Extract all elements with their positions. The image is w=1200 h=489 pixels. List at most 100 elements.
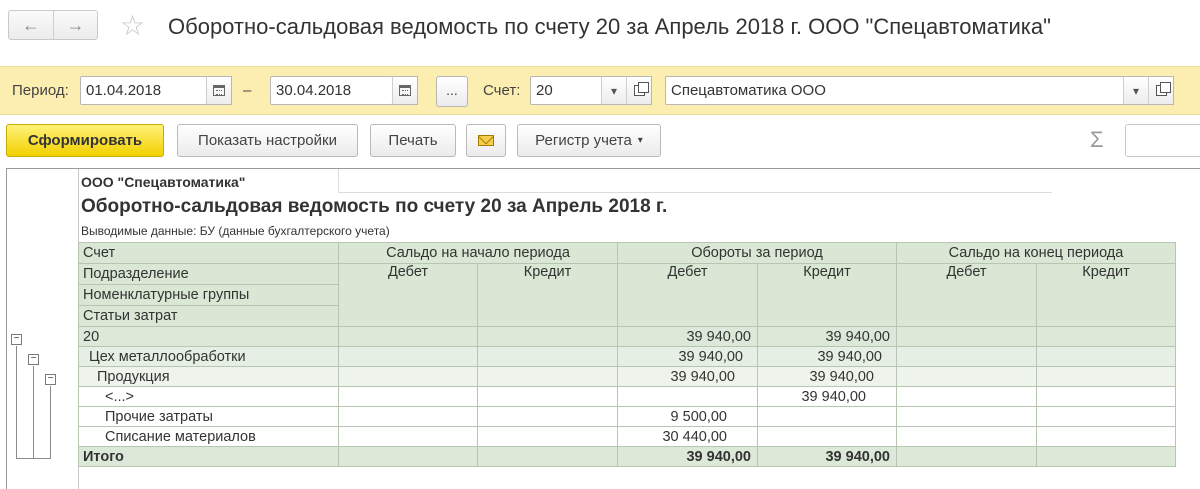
- register-dropdown-button[interactable]: Регистр учета ▾: [517, 124, 661, 157]
- cell-closing-credit: [1036, 406, 1176, 427]
- sum-icon[interactable]: Σ: [1090, 127, 1104, 153]
- report-title: Оборотно-сальдовая ведомость по счету 20…: [81, 196, 668, 217]
- cell-opening-debit: [338, 366, 478, 387]
- row-name: Прочие затраты: [78, 406, 339, 427]
- organization-dropdown-button[interactable]: ▾: [1123, 76, 1149, 105]
- organization-field[interactable]: Спецавтоматика ООО: [665, 76, 1124, 105]
- cell-turnover-debit: 39 940,00: [617, 326, 758, 347]
- cell-turnover-debit: 39 940,00: [617, 446, 758, 467]
- header-credit: Кредит: [757, 263, 897, 327]
- date-from-field[interactable]: 01.04.2018: [80, 76, 207, 105]
- row-name: Продукция: [78, 366, 339, 387]
- cell-opening-credit: [477, 406, 618, 427]
- collapse-toggle-icon[interactable]: −: [28, 354, 39, 365]
- header-closing-balance: Сальдо на конец периода: [896, 242, 1176, 264]
- star-icon[interactable]: ☆: [120, 11, 150, 41]
- cell-opening-debit: [338, 386, 478, 407]
- cell-closing-debit: [896, 426, 1037, 447]
- account-open-button[interactable]: [626, 76, 652, 105]
- date-to-field[interactable]: 30.04.2018: [270, 76, 393, 105]
- send-email-button[interactable]: [466, 124, 506, 157]
- date-from-calendar-button[interactable]: [206, 76, 232, 105]
- tree-line: [33, 366, 34, 458]
- row-name: Цех металлообработки: [78, 346, 339, 367]
- header-credit: Кредит: [477, 263, 618, 327]
- cell-turnover-credit: 39 940,00: [757, 386, 897, 407]
- account-field[interactable]: 20: [530, 76, 602, 105]
- cell-turnover-debit: 30 440,00: [617, 426, 758, 447]
- cell-opening-credit: [477, 346, 618, 367]
- sum-field: [1125, 124, 1200, 157]
- cell-turnover-credit: 39 940,00: [757, 446, 897, 467]
- calendar-icon: [213, 85, 225, 96]
- cell-turnover-credit: [757, 406, 897, 427]
- total-label: Итого: [78, 446, 339, 467]
- cell-opening-credit: [477, 326, 618, 347]
- forward-button[interactable]: →: [52, 11, 97, 39]
- cell-closing-credit: [1036, 426, 1176, 447]
- organization-open-button[interactable]: [1148, 76, 1174, 105]
- row-name: 20: [78, 326, 339, 347]
- calendar-icon: [399, 85, 411, 96]
- navigation-group: ← →: [8, 10, 98, 40]
- report-area: ООО "Спецавтоматика" Оборотно-сальдовая …: [6, 168, 1200, 489]
- report-table: Счет Сальдо на начало периода Обороты за…: [78, 242, 1176, 467]
- generate-button[interactable]: Сформировать: [6, 124, 164, 157]
- open-form-icon: [633, 82, 649, 96]
- total-row[interactable]: Итого 39 940,00 39 940,00: [78, 446, 1176, 467]
- cell-opening-debit: [338, 446, 478, 467]
- period-label: Период:: [12, 82, 69, 99]
- header-top-cell: [338, 169, 1052, 193]
- open-form-icon: [1155, 82, 1171, 96]
- tree-line: [50, 386, 51, 458]
- cell-closing-credit: [1036, 446, 1176, 467]
- header-department: Подразделение: [78, 263, 339, 285]
- table-row[interactable]: Прочие затраты 9 500,00: [78, 406, 1176, 427]
- cell-turnover-debit: 39 940,00: [617, 366, 758, 387]
- back-button[interactable]: ←: [9, 11, 53, 39]
- row-name: <...>: [78, 386, 339, 407]
- table-row[interactable]: Цех металлообработки 39 940,00 39 940,00: [78, 346, 1176, 367]
- cell-closing-debit: [896, 326, 1037, 347]
- cell-opening-credit: [477, 366, 618, 387]
- header-credit: Кредит: [1036, 263, 1176, 327]
- cell-opening-debit: [338, 326, 478, 347]
- account-label: Счет:: [483, 82, 521, 99]
- title-bar: ← → ☆ Оборотно-сальдовая ведомость по сч…: [0, 0, 1200, 58]
- cell-turnover-credit: 39 940,00: [757, 326, 897, 347]
- header-debit: Дебет: [896, 263, 1037, 327]
- choose-period-button[interactable]: ...: [436, 76, 468, 107]
- cell-turnover-credit: [757, 426, 897, 447]
- table-row[interactable]: Списание материалов 30 440,00: [78, 426, 1176, 447]
- register-label: Регистр учета: [535, 132, 632, 149]
- filter-bar: Период: 01.04.2018 – 30.04.2018 ... Счет…: [0, 66, 1200, 115]
- date-to-calendar-button[interactable]: [392, 76, 418, 105]
- arrow-right-icon: →: [66, 14, 85, 35]
- chevron-down-icon: ▾: [1132, 83, 1140, 98]
- cell-opening-credit: [477, 446, 618, 467]
- cell-closing-credit: [1036, 366, 1176, 387]
- show-settings-button[interactable]: Показать настройки: [177, 124, 358, 157]
- arrow-left-icon: ←: [21, 14, 40, 35]
- cell-opening-credit: [477, 426, 618, 447]
- table-row[interactable]: <...> 39 940,00: [78, 386, 1176, 407]
- collapse-toggle-icon[interactable]: −: [45, 374, 56, 385]
- envelope-icon: [478, 135, 494, 146]
- cell-turnover-credit: 39 940,00: [757, 346, 897, 367]
- cell-closing-debit: [896, 386, 1037, 407]
- report-output-data: Выводимые данные: БУ (данные бухгалтерск…: [81, 224, 390, 238]
- cell-opening-debit: [338, 406, 478, 427]
- table-row[interactable]: 20 39 940,00 39 940,00: [78, 326, 1176, 347]
- collapse-toggle-icon[interactable]: −: [11, 334, 22, 345]
- cell-turnover-debit: 39 940,00: [617, 346, 758, 367]
- header-account: Счет: [78, 242, 339, 264]
- account-dropdown-button[interactable]: ▾: [601, 76, 627, 105]
- period-dash: –: [243, 82, 252, 99]
- header-debit: Дебет: [617, 263, 758, 327]
- print-button[interactable]: Печать: [370, 124, 456, 157]
- cell-turnover-credit: 39 940,00: [757, 366, 897, 387]
- table-row[interactable]: Продукция 39 940,00 39 940,00: [78, 366, 1176, 387]
- chevron-down-icon: ▾: [637, 135, 643, 146]
- report-organization: ООО "Спецавтоматика": [81, 174, 246, 190]
- header-opening-balance: Сальдо на начало периода: [338, 242, 618, 264]
